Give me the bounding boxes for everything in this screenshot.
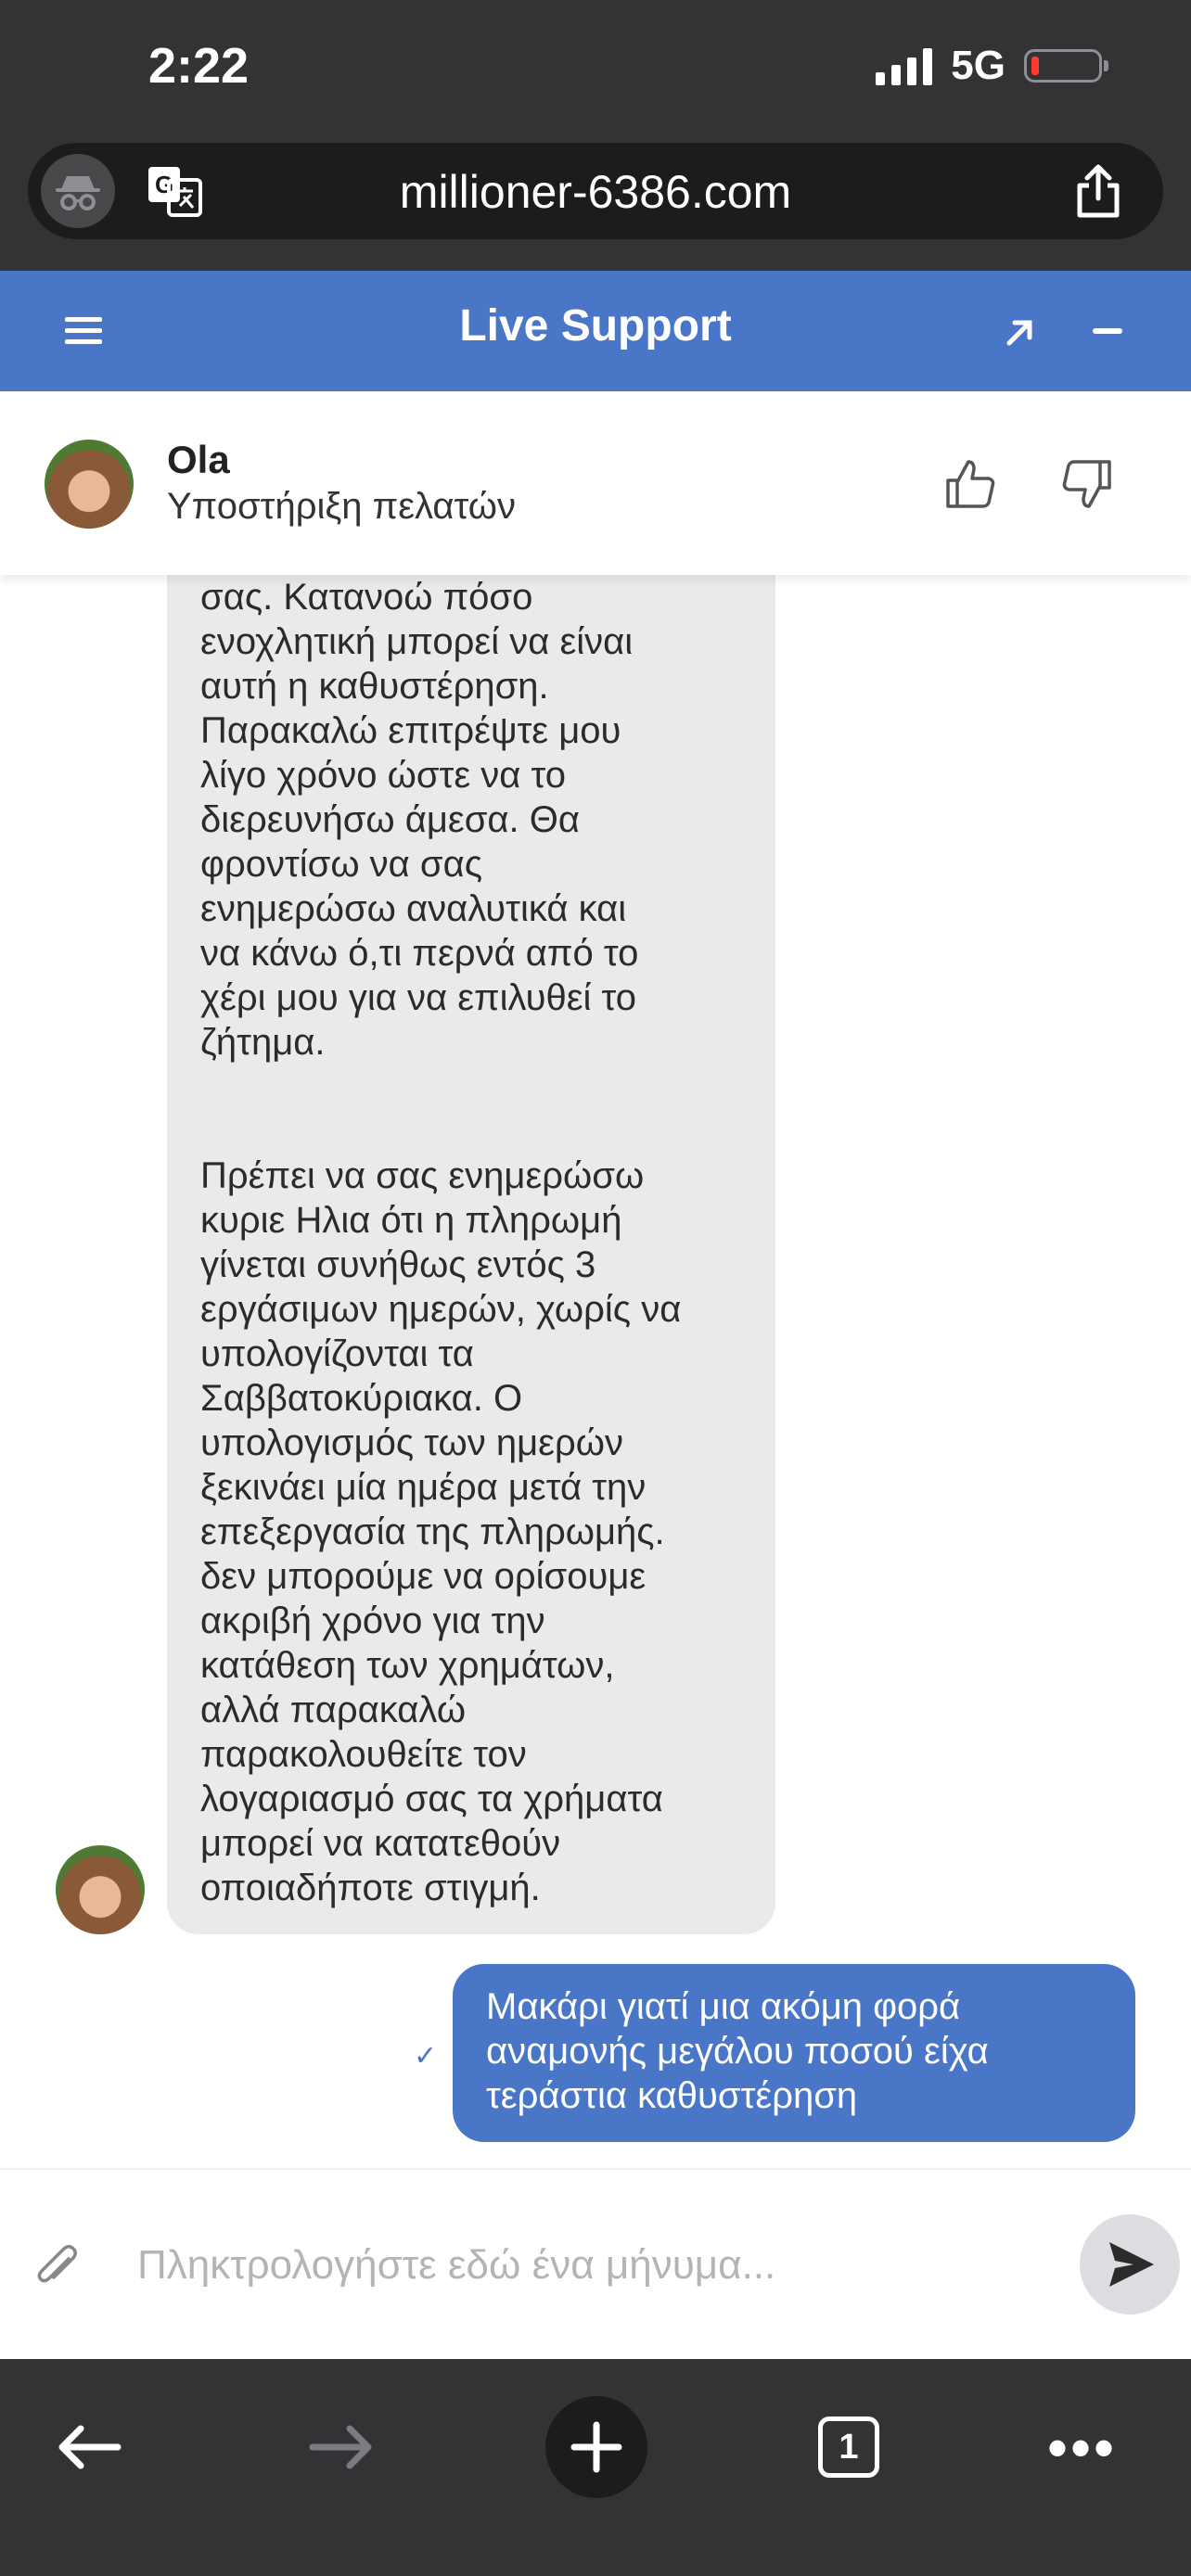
expand-icon[interactable] [1000,312,1041,352]
avatar [56,1845,145,1934]
minimize-icon[interactable] [1093,328,1122,334]
battery-icon [1024,49,1108,83]
address-bar[interactable]: G millioner-6386.com [28,143,1163,239]
tab-count: 1 [818,2417,879,2478]
status-indicators: 5G [876,43,1108,89]
send-button[interactable] [1080,2214,1180,2315]
more-button[interactable]: ••• [1031,2396,1133,2498]
arrow-right-icon [309,2425,372,2469]
thumbs-down-icon[interactable] [1059,456,1115,512]
browser-toolbar: 1 ••• [0,2359,1191,2576]
avatar [45,440,134,529]
browser-chrome: 2:22 5G G millioner-6386.com [0,0,1191,271]
more-icon: ••• [1047,2416,1118,2479]
arrow-left-icon [58,2425,122,2469]
plus-icon [570,2421,622,2473]
send-icon [1109,2242,1154,2287]
network-label: 5G [951,43,1005,88]
chat-area[interactable]: προκύψει με την ανάληψή σας. Κατανοώ πόσ… [0,575,1191,2168]
share-icon[interactable] [1070,161,1126,221]
signal-icon [876,46,933,85]
back-button[interactable] [37,2396,139,2498]
message-input[interactable] [135,2229,1048,2302]
url-text[interactable]: millioner-6386.com [28,165,1163,219]
message-bubble-agent: Πρέπει να σας ενημερώσω κυριε Ηλια ότι η… [167,1135,775,1934]
composer [0,2168,1191,2359]
agent-name: Ola [167,438,230,481]
agent-bar: Ola Υποστήριξη πελατών [0,391,1191,575]
paperclip-icon[interactable] [33,2240,80,2292]
agent-role: Υποστήριξη πελατών [167,486,517,527]
message-bubble-user: Μακάρι γιατί μια ακόμη φορά αναμονής μεγ… [453,1964,1135,2142]
support-header: Live Support [0,271,1191,391]
new-tab-button[interactable] [545,2396,647,2498]
forward-button[interactable] [291,2396,393,2498]
status-time: 2:22 [148,38,250,94]
thumbs-up-icon[interactable] [942,456,998,512]
tabs-button[interactable]: 1 [798,2396,900,2498]
check-icon: ✓ [414,2041,438,2072]
